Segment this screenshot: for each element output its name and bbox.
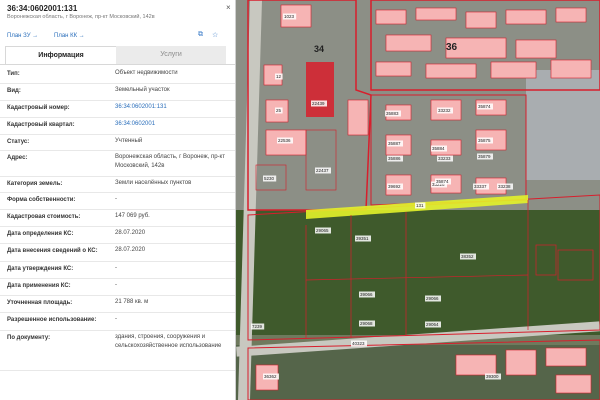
info-row: Категория земель: Земли населённых пункто… — [0, 177, 235, 193]
info-row-value: - — [115, 265, 117, 271]
info-row: Кадастровая стоимость: 147 069 руб. — [0, 210, 235, 227]
info-row-value: 28.07.2020 — [115, 230, 146, 236]
info-row-label: Адрес: — [7, 155, 28, 161]
info-row-value: - — [115, 282, 117, 288]
info-row: Дата утверждения КС: - — [0, 262, 235, 279]
info-row-value: 147 069 руб. — [115, 213, 150, 219]
info-row-label: Дата утверждения КС: — [7, 266, 74, 272]
panel-address: Воронежская область, г Воронеж, пр-кт Мо… — [7, 14, 155, 20]
info-row: Дата внесения сведений о КС: 28.07.2020 — [0, 244, 235, 262]
info-row-label: Кадастровый квартал: — [7, 122, 75, 128]
info-row: Кадастровый номер: 36:34:0602001:131 — [0, 101, 235, 118]
parcel-label[interactable]: 29068 — [360, 321, 373, 326]
parcel-label[interactable]: 29066 — [426, 296, 439, 301]
tab-info[interactable]: Информация — [5, 46, 117, 65]
info-row-value: Земельный участок — [115, 87, 170, 93]
info-row-value: Объект недвижимости — [115, 70, 178, 76]
info-row: Уточненная площадь: 21 788 кв. м — [0, 296, 235, 313]
info-row: Адрес: Воронежская область, г Воронеж, пр… — [0, 151, 235, 177]
quarter-label-36: 36 — [446, 42, 458, 53]
parcel-label[interactable]: 33233 — [438, 156, 451, 161]
info-row: Вид: Земельный участок — [0, 84, 235, 101]
info-row: По документу: здания, строения, сооружени… — [0, 331, 235, 371]
info-row-value: здания, строения, сооружения и сельскохо… — [115, 334, 222, 349]
parcel-label[interactable]: 35874 — [436, 179, 449, 184]
parcel-label[interactable]: 39066 — [360, 292, 373, 297]
info-row-label: Форма собственности: — [7, 197, 76, 203]
parcel-label[interactable]: 33238 — [498, 184, 511, 189]
parcel-label[interactable]: 22536 — [278, 138, 291, 143]
parcel-label[interactable]: 29064 — [426, 322, 439, 327]
parcel-label[interactable]: 39351 — [356, 236, 369, 241]
parcel-label[interactable]: 35883 — [386, 111, 399, 116]
share-icon[interactable]: ⧉ — [198, 31, 203, 39]
info-row: Тип: Объект недвижимости — [0, 67, 235, 84]
map-canvas[interactable]: 34 36 1023 22439 12 25 22536 5230 22437 35883 33… — [236, 0, 600, 400]
info-row-value[interactable]: 36:34:0602001 — [115, 120, 230, 129]
info-row-value: Учтенный — [115, 138, 143, 144]
close-icon[interactable]: × — [226, 3, 231, 12]
parcel-label[interactable]: 5230 — [264, 176, 275, 181]
info-row-label: Тип: — [7, 71, 20, 77]
parcel-label[interactable]: 12 — [276, 74, 282, 79]
info-row-label: Уточненная площадь: — [7, 300, 73, 306]
cadastral-map[interactable]: 34 36 1023 22439 12 25 22536 5230 22437 35883 33… — [236, 0, 600, 400]
info-row-label: Дата применения КС: — [7, 283, 71, 289]
info-row-label: Категория земель: — [7, 181, 63, 187]
info-row-value: - — [115, 196, 117, 202]
info-row: Статус: Учтенный — [0, 135, 235, 151]
info-row-label: Кадастровый номер: — [7, 105, 70, 111]
parcel-label[interactable]: 35874 — [478, 104, 491, 109]
info-row-label: Кадастровая стоимость: — [7, 214, 81, 220]
tab-services[interactable]: Услуги — [116, 46, 226, 64]
parcel-label[interactable]: 22439 — [312, 101, 325, 106]
parcel-label[interactable]: 22437 — [316, 168, 329, 173]
parcel-label[interactable]: 35879 — [478, 154, 491, 159]
info-row-label: Статус: — [7, 139, 30, 145]
panel-title: 36:34:0602001:131 — [7, 4, 78, 13]
parcel-label[interactable]: 33232 — [438, 108, 451, 113]
parcel-label[interactable]: 25 — [276, 108, 282, 113]
info-row-value: Воронежская область, г Воронеж, пр-кт Мо… — [115, 154, 225, 169]
parcel-label[interactable]: 40323 — [352, 341, 365, 346]
parcel-label[interactable]: 33337 — [474, 184, 487, 189]
parcel-label[interactable]: 7239 — [252, 324, 263, 329]
info-row-value: - — [115, 316, 117, 322]
info-row-value: 21 788 кв. м — [115, 299, 149, 305]
info-row-label: Разрешенное использование: — [7, 317, 97, 323]
parcel-label[interactable]: 38352 — [461, 254, 474, 259]
parcel-label[interactable]: 35884 — [432, 146, 445, 151]
parcel-label[interactable]: 35886 — [388, 156, 401, 161]
info-row: Кадастровый квартал: 36:34:0602001 — [0, 118, 235, 135]
parcel-label[interactable]: 36362 — [264, 374, 277, 379]
info-row: Разрешенное использование: - — [0, 313, 235, 331]
parcel-label[interactable]: 29065 — [316, 228, 329, 233]
info-row-value[interactable]: 36:34:0602001:131 — [115, 103, 230, 112]
parcel-label[interactable]: 39692 — [388, 184, 401, 189]
parcel-label[interactable]: 39300 — [486, 374, 499, 379]
info-row-value: Земли населённых пунктов — [115, 180, 192, 186]
parcel-label[interactable]: 35875 — [478, 138, 491, 143]
info-row-label: По документу: — [7, 335, 51, 341]
info-row: Форма собственности: - — [0, 193, 235, 210]
info-row: Дата применения КС: - — [0, 279, 235, 296]
star-icon[interactable]: ☆ — [212, 31, 218, 39]
quarter-label-34: 34 — [314, 44, 324, 54]
info-panel: 36:34:0602001:131 Воронежская область, г… — [0, 0, 236, 400]
info-row-label: Дата внесения сведений о КС: — [7, 248, 98, 254]
tab-divider — [0, 64, 235, 65]
parcel-label[interactable]: 35887 — [388, 141, 401, 146]
info-row-value: 28.07.2020 — [115, 247, 146, 253]
plan-zu-link[interactable]: План ЗУ → — [7, 33, 38, 39]
info-row: Дата определения КС: 28.07.2020 — [0, 227, 235, 244]
parcel-label[interactable]: 1023 — [284, 14, 295, 19]
parcel-label[interactable]: 131 — [416, 203, 424, 208]
plan-kk-link[interactable]: План КК → — [54, 33, 85, 39]
info-row-label: Вид: — [7, 88, 21, 94]
info-row-label: Дата определения КС: — [7, 231, 74, 237]
